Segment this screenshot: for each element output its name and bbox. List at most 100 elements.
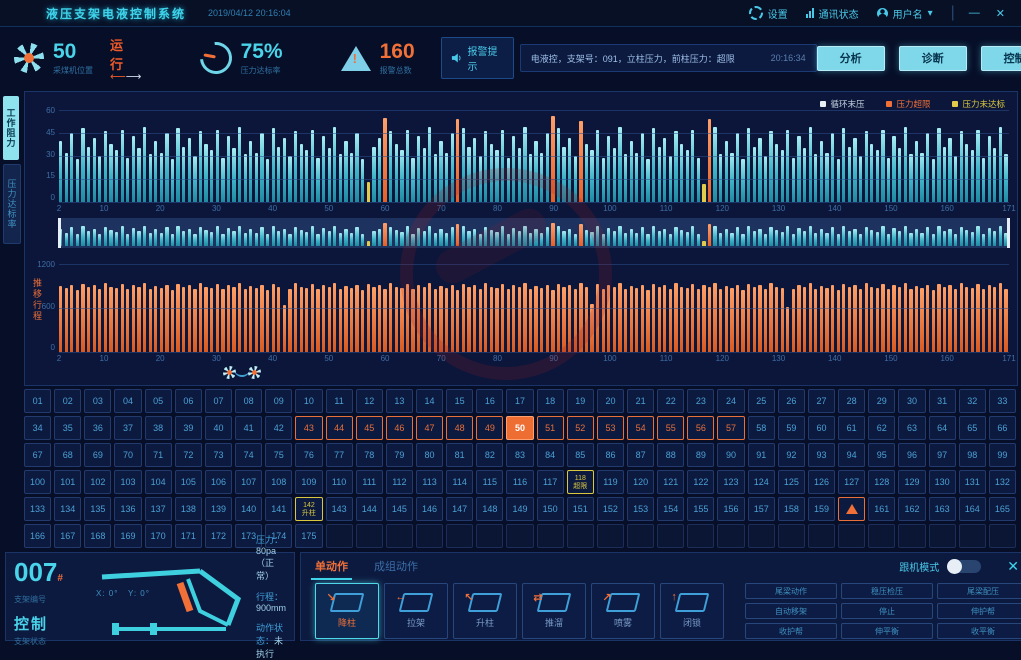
support-cell-32[interactable]: 32 xyxy=(959,389,986,413)
support-cell-108[interactable]: 108 xyxy=(265,470,292,494)
support-cell-12[interactable]: 12 xyxy=(356,389,383,413)
support-cell-35[interactable]: 35 xyxy=(54,416,81,440)
support-cell-8[interactable]: 08 xyxy=(235,389,262,413)
support-cell-124[interactable]: 124 xyxy=(748,470,775,494)
support-cell-49[interactable]: 49 xyxy=(476,416,503,440)
support-cell-138[interactable]: 138 xyxy=(175,497,202,521)
mini-button-尾梁动作[interactable]: 尾梁动作 xyxy=(745,583,837,599)
support-cell-149[interactable]: 149 xyxy=(506,497,533,521)
support-cell-76[interactable]: 76 xyxy=(295,443,322,467)
support-cell-175[interactable]: 175 xyxy=(295,524,322,548)
mini-button-停止[interactable]: 停止 xyxy=(841,603,933,619)
tab-pressure-rate[interactable]: 压力达标率 xyxy=(3,164,21,244)
support-cell-170[interactable]: 170 xyxy=(145,524,172,548)
support-cell-136[interactable]: 136 xyxy=(114,497,141,521)
support-cell-65[interactable]: 65 xyxy=(959,416,986,440)
legend-item[interactable]: 循环末压 xyxy=(820,98,864,110)
support-cell-52[interactable]: 52 xyxy=(567,416,594,440)
support-cell-139[interactable]: 139 xyxy=(205,497,232,521)
support-cell-53[interactable]: 53 xyxy=(597,416,624,440)
support-cell-147[interactable]: 147 xyxy=(446,497,473,521)
support-cell-21[interactable]: 21 xyxy=(627,389,654,413)
support-cell-11[interactable]: 11 xyxy=(326,389,353,413)
support-cell-80[interactable]: 80 xyxy=(416,443,443,467)
support-cell-126[interactable]: 126 xyxy=(808,470,835,494)
support-cell-67[interactable]: 67 xyxy=(24,443,51,467)
support-cell-97[interactable]: 97 xyxy=(929,443,956,467)
support-cell-9[interactable]: 09 xyxy=(265,389,292,413)
support-cell-43[interactable]: 43 xyxy=(295,416,322,440)
support-cell-104[interactable]: 104 xyxy=(145,470,172,494)
action-button-升柱[interactable]: ↖升柱 xyxy=(453,583,517,639)
support-cell-105[interactable]: 105 xyxy=(175,470,202,494)
support-cell-73[interactable]: 73 xyxy=(205,443,232,467)
minimize-button[interactable]: — xyxy=(969,7,980,19)
support-cell-115[interactable]: 115 xyxy=(476,470,503,494)
support-cell-89[interactable]: 89 xyxy=(687,443,714,467)
support-cell-153[interactable]: 153 xyxy=(627,497,654,521)
mini-button-尾梁配压[interactable]: 尾梁配压 xyxy=(937,583,1021,599)
comm-status-button[interactable]: 通讯状态 xyxy=(806,6,859,21)
support-cell-86[interactable]: 86 xyxy=(597,443,624,467)
support-cell-41[interactable]: 41 xyxy=(235,416,262,440)
mini-button-收平衡[interactable]: 收平衡 xyxy=(937,623,1021,639)
chart-navigator[interactable] xyxy=(59,218,1009,248)
support-cell-169[interactable]: 169 xyxy=(114,524,141,548)
support-cell-135[interactable]: 135 xyxy=(84,497,111,521)
support-cell-85[interactable]: 85 xyxy=(567,443,594,467)
support-cell-33[interactable]: 33 xyxy=(989,389,1016,413)
support-cell-132[interactable]: 132 xyxy=(989,470,1016,494)
settings-button[interactable]: 设置 xyxy=(749,6,788,21)
support-cell-83[interactable]: 83 xyxy=(506,443,533,467)
support-cell-50[interactable]: 50 xyxy=(506,416,533,440)
support-cell-93[interactable]: 93 xyxy=(808,443,835,467)
support-cell-162[interactable]: 162 xyxy=(898,497,925,521)
support-cell-95[interactable]: 95 xyxy=(868,443,895,467)
support-cell-148[interactable]: 148 xyxy=(476,497,503,521)
support-cell-92[interactable]: 92 xyxy=(778,443,805,467)
support-cell-113[interactable]: 113 xyxy=(416,470,443,494)
support-cell-7[interactable]: 07 xyxy=(205,389,232,413)
support-cell-77[interactable]: 77 xyxy=(326,443,353,467)
close-button[interactable]: ✕ xyxy=(996,7,1005,20)
support-cell-172[interactable]: 172 xyxy=(205,524,232,548)
support-cell-64[interactable]: 64 xyxy=(929,416,956,440)
support-cell-71[interactable]: 71 xyxy=(145,443,172,467)
action-button-闭锁[interactable]: ↑闭锁 xyxy=(660,583,724,639)
support-cell-119[interactable]: 119 xyxy=(597,470,624,494)
support-cell-59[interactable]: 59 xyxy=(778,416,805,440)
support-cell-42[interactable]: 42 xyxy=(265,416,292,440)
support-cell-82[interactable]: 82 xyxy=(476,443,503,467)
support-cell-121[interactable]: 121 xyxy=(657,470,684,494)
mini-button-收护帮[interactable]: 收护帮 xyxy=(745,623,837,639)
support-cell-156[interactable]: 156 xyxy=(717,497,744,521)
support-cell-107[interactable]: 107 xyxy=(235,470,262,494)
support-cell-68[interactable]: 68 xyxy=(54,443,81,467)
support-cell-143[interactable]: 143 xyxy=(326,497,353,521)
support-cell-54[interactable]: 54 xyxy=(627,416,654,440)
support-cell-57[interactable]: 57 xyxy=(717,416,744,440)
support-cell-70[interactable]: 70 xyxy=(114,443,141,467)
support-cell-140[interactable]: 140 xyxy=(235,497,262,521)
support-cell-39[interactable]: 39 xyxy=(175,416,202,440)
support-cell-96[interactable]: 96 xyxy=(898,443,925,467)
support-cell-129[interactable]: 129 xyxy=(898,470,925,494)
user-menu[interactable]: 用户名 ▾ xyxy=(877,6,933,21)
support-cell-109[interactable]: 109 xyxy=(295,470,322,494)
support-cell-29[interactable]: 29 xyxy=(868,389,895,413)
support-cell-151[interactable]: 151 xyxy=(567,497,594,521)
alarm-prompt-button[interactable]: 报警提示 xyxy=(441,37,514,79)
support-cell-127[interactable]: 127 xyxy=(838,470,865,494)
support-cell-48[interactable]: 48 xyxy=(446,416,473,440)
support-cell-18[interactable]: 18 xyxy=(537,389,564,413)
action-button-推溜[interactable]: ⇄推溜 xyxy=(522,583,586,639)
legend-item[interactable]: 压力未达标 xyxy=(952,98,1005,110)
support-cell-116[interactable]: 116 xyxy=(506,470,533,494)
support-cell-160[interactable] xyxy=(838,497,865,521)
support-cell-2[interactable]: 02 xyxy=(54,389,81,413)
support-cell-171[interactable]: 171 xyxy=(175,524,202,548)
action-button-拉架[interactable]: ←拉架 xyxy=(384,583,448,639)
support-cell-167[interactable]: 167 xyxy=(54,524,81,548)
support-cell-27[interactable]: 27 xyxy=(808,389,835,413)
support-cell-6[interactable]: 06 xyxy=(175,389,202,413)
